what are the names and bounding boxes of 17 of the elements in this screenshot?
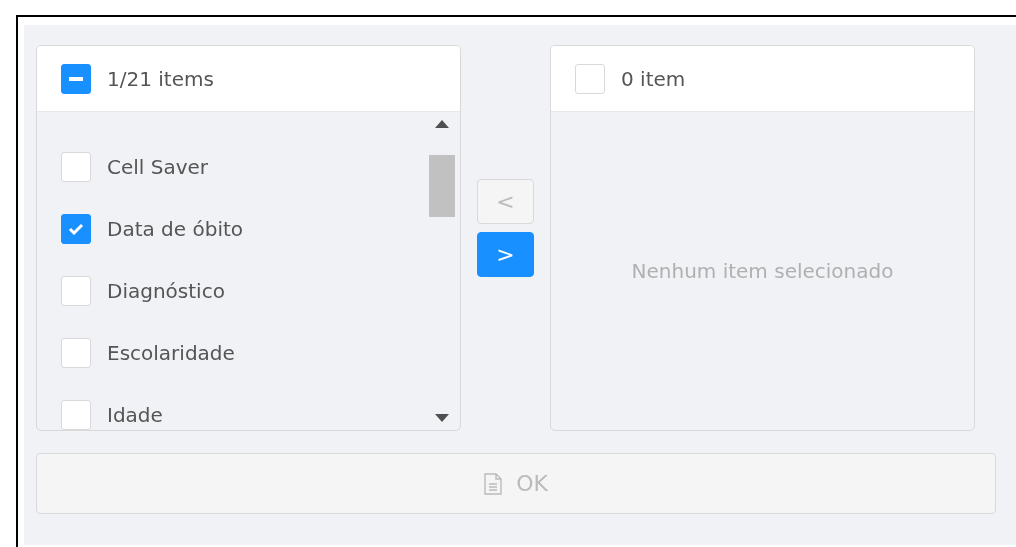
- scroll-up-icon[interactable]: [435, 120, 449, 128]
- item-label: Idade: [107, 403, 163, 427]
- item-label: Cell Saver: [107, 155, 209, 179]
- minus-icon: [69, 76, 83, 81]
- item-count: 1/21 items: [107, 66, 214, 91]
- check-icon: [68, 223, 84, 235]
- empty-message: Nenhum item selecionado: [631, 259, 894, 283]
- item-label: Data de óbito: [107, 217, 244, 241]
- scrollbar-thumb[interactable]: [429, 155, 455, 217]
- checkbox[interactable]: [61, 214, 91, 244]
- scroll-down-icon[interactable]: [435, 414, 449, 422]
- document-icon: [484, 472, 503, 495]
- checkbox[interactable]: [61, 63, 91, 94]
- item-count: 0 item: [621, 66, 686, 91]
- transfer-button[interactable]: >: [477, 232, 534, 277]
- item-label: Escolaridade: [107, 341, 235, 365]
- item-label: Diagnóstico: [107, 279, 225, 303]
